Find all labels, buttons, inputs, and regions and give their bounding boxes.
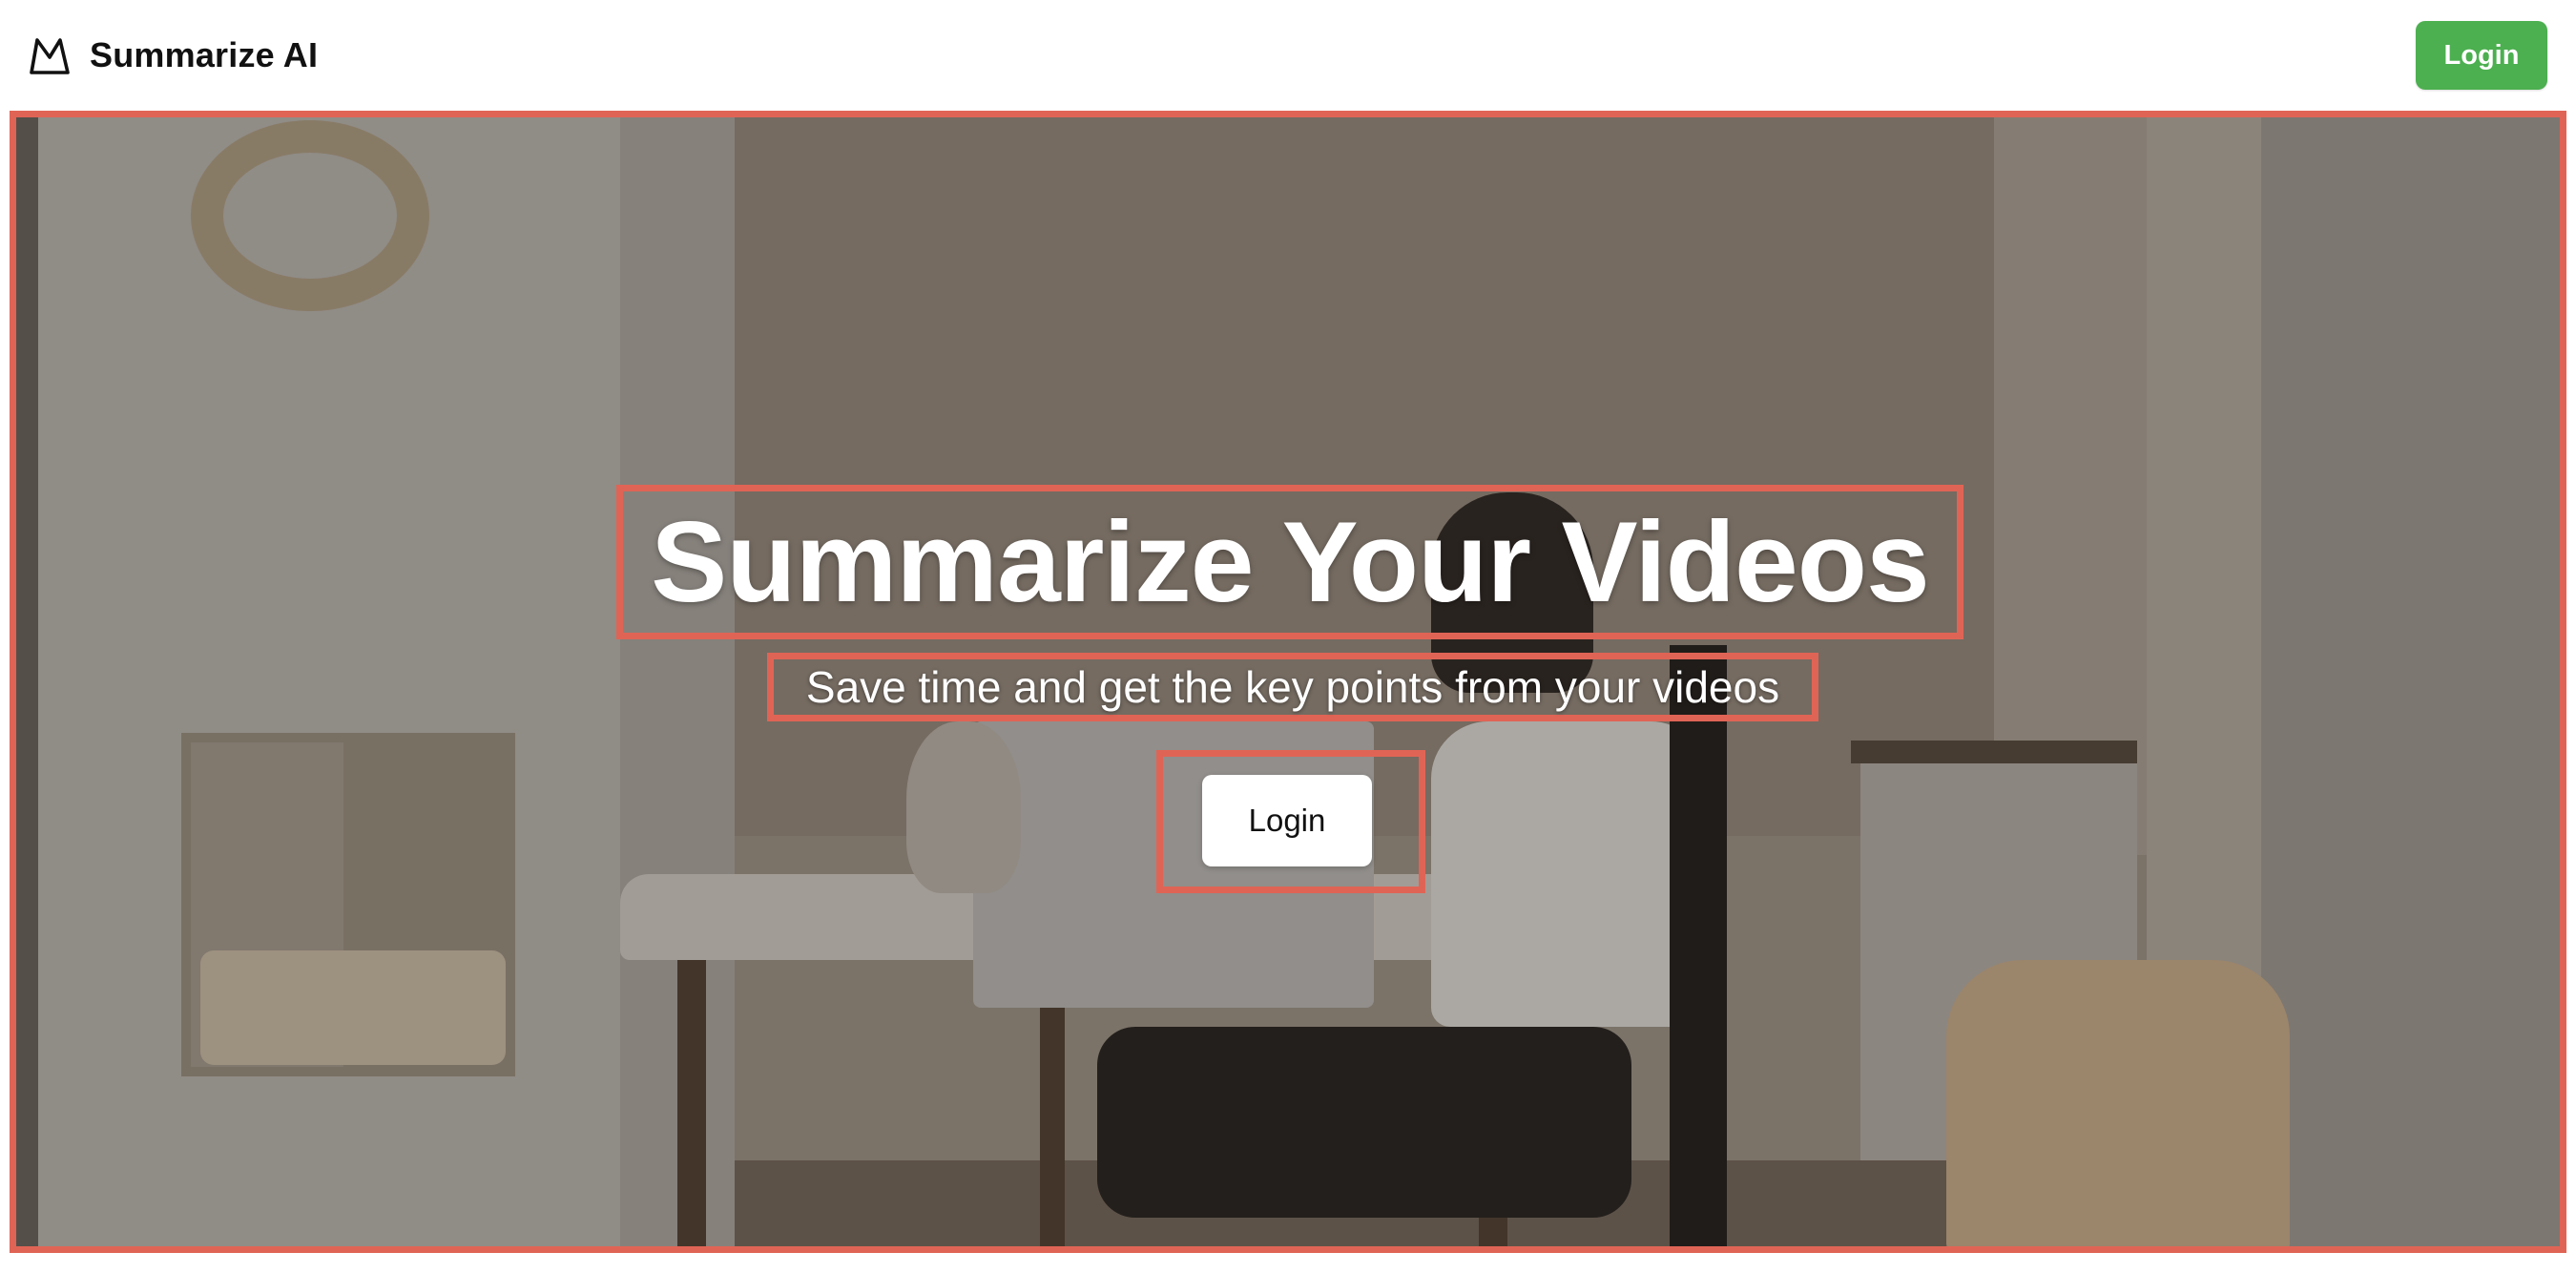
top-navbar: Summarize AI Login: [0, 0, 2576, 111]
hero-subtitle-frame: Save time and get the key points from yo…: [767, 653, 1818, 721]
header-login-button[interactable]: Login: [2416, 21, 2547, 90]
brand-name: Summarize AI: [90, 35, 319, 74]
hero-title: Summarize Your Videos: [651, 498, 1929, 626]
hero-login-button[interactable]: Login: [1202, 775, 1372, 866]
hero-title-frame: Summarize Your Videos: [616, 485, 1963, 639]
hero-subtitle: Save time and get the key points from yo…: [805, 662, 1780, 712]
brand[interactable]: Summarize AI: [27, 32, 318, 78]
mountain-logo-icon: [30, 38, 70, 74]
